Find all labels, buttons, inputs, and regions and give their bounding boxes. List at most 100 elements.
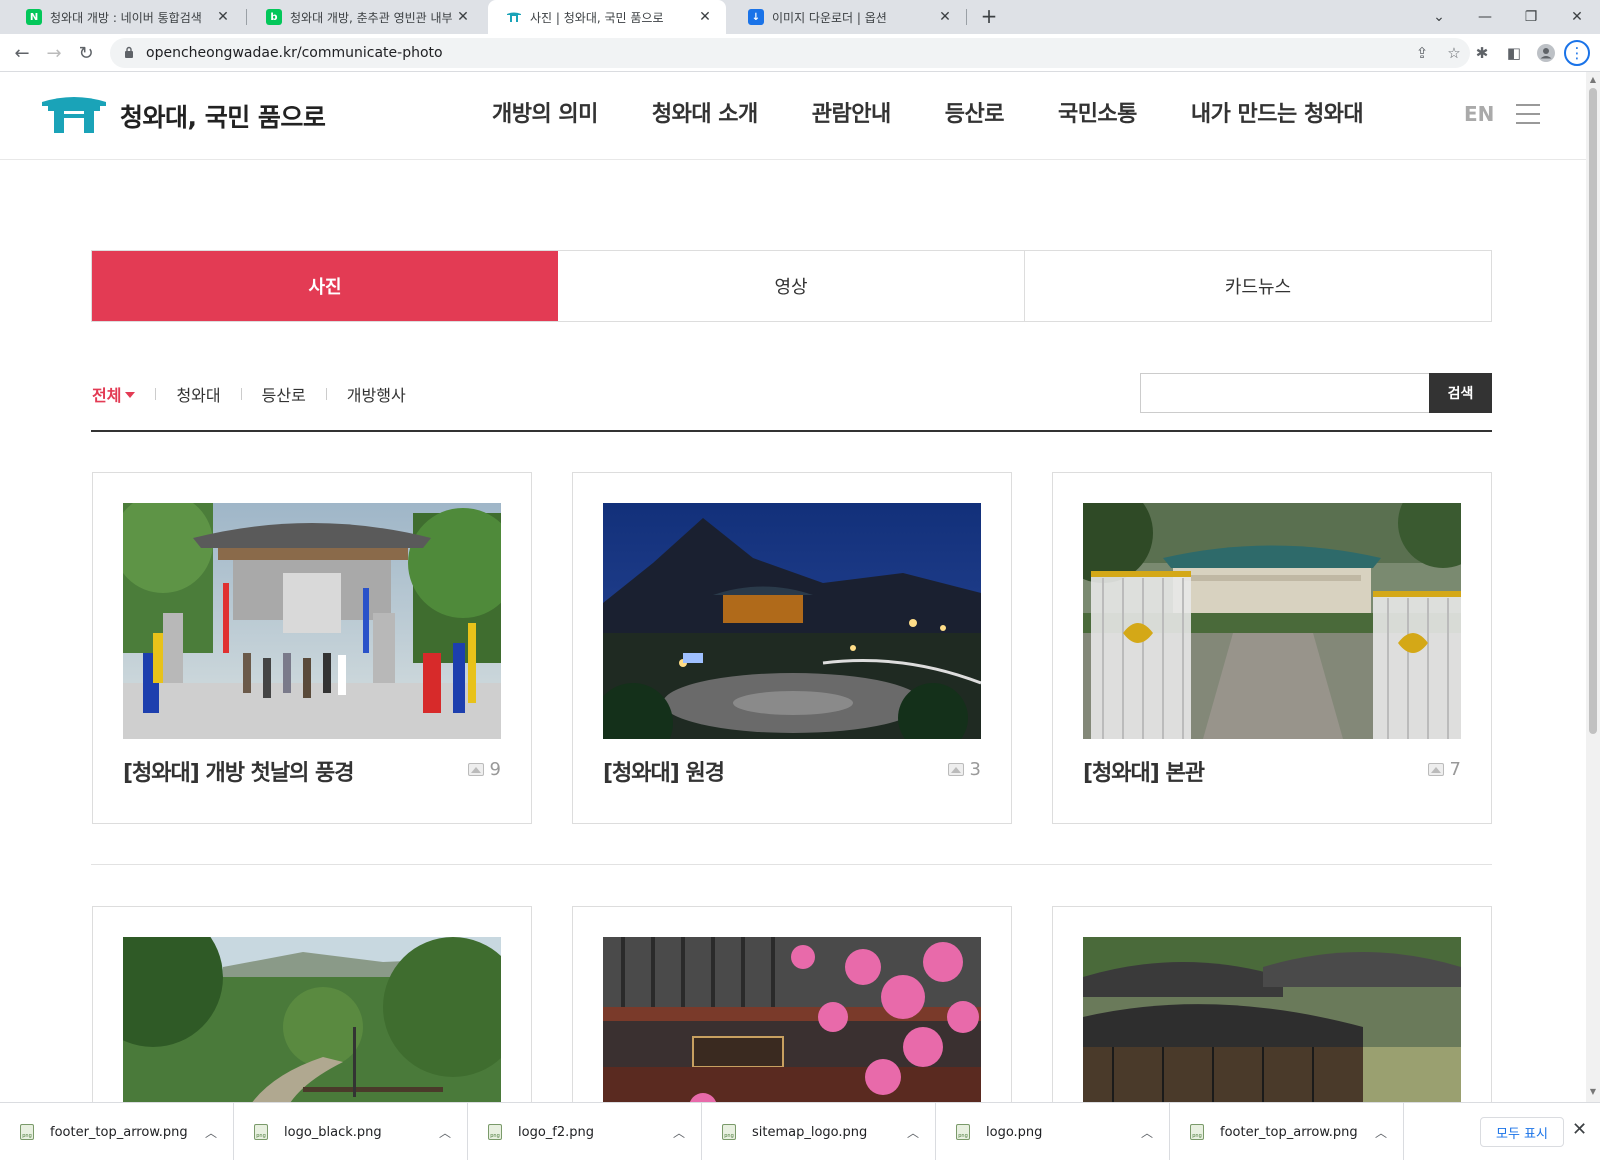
png-file-icon: png — [488, 1124, 502, 1140]
restore-icon[interactable]: ❐ — [1508, 0, 1554, 34]
page-scrollbar[interactable]: ▲ ▼ — [1586, 72, 1600, 1102]
filter-all[interactable]: 전체 — [92, 382, 136, 406]
close-icon[interactable]: ✕ — [936, 9, 954, 25]
card-title: [청와대] 개방 첫날의 풍경 — [123, 761, 354, 786]
nav-item-trail[interactable]: 등산로 — [945, 96, 1005, 128]
row-divider — [91, 864, 1492, 865]
tab-title: 사진 | 청와대, 국민 품으로 — [530, 10, 664, 25]
nav-item-communicate[interactable]: 국민소통 — [1058, 96, 1137, 128]
side-panel-icon[interactable]: ◧ — [1500, 39, 1528, 67]
profile-avatar-icon[interactable] — [1532, 39, 1560, 67]
scroll-thumb[interactable] — [1589, 88, 1597, 734]
tab-title: 이미지 다운로더 | 옵션 — [772, 10, 887, 25]
tab-title: 청와대 개방, 춘추관 영빈관 내부 — [290, 10, 453, 25]
download-filename: footer_top_arrow.png — [50, 1124, 188, 1140]
extensions-puzzle-icon[interactable]: ✱ — [1468, 39, 1496, 67]
tab-card-news[interactable]: 카드뉴스 — [1025, 251, 1491, 321]
caret-down-icon — [125, 392, 136, 398]
close-icon[interactable]: ✕ — [454, 9, 472, 25]
download-item[interactable]: png logo_f2.png ︿ — [468, 1103, 702, 1160]
gate-favicon-icon — [506, 9, 522, 25]
new-tab-button[interactable]: + — [976, 4, 1002, 30]
download-filename: logo.png — [986, 1124, 1043, 1140]
photo-card[interactable]: [청와대] 본관 7 — [1052, 472, 1492, 824]
naver-favicon-icon: N — [26, 9, 42, 25]
download-shelf: png footer_top_arrow.png ︿ png logo_blac… — [0, 1102, 1600, 1160]
chevron-up-icon[interactable]: ︿ — [1375, 1124, 1387, 1141]
scroll-up-arrow-icon[interactable]: ▲ — [1589, 76, 1597, 84]
download-filename: logo_f2.png — [518, 1124, 594, 1140]
photo-thumbnail-trail — [123, 937, 501, 1117]
photo-count: 7 — [1427, 759, 1461, 780]
browser-menu-icon[interactable]: ⋮ — [1564, 40, 1590, 66]
photo-card[interactable] — [1052, 906, 1492, 1117]
photo-card[interactable]: [청와대] 개방 첫날의 풍경 9 — [92, 472, 532, 824]
search-button[interactable]: 검색 — [1429, 373, 1492, 413]
language-toggle[interactable]: EN — [1464, 102, 1494, 126]
tab-photo[interactable]: 사진 — [92, 251, 558, 321]
image-icon — [947, 763, 964, 776]
nav-item-participate[interactable]: 내가 만드는 청와대 — [1191, 96, 1364, 128]
chevron-up-icon[interactable]: ︿ — [439, 1124, 451, 1141]
chevron-up-icon[interactable]: ︿ — [907, 1124, 919, 1141]
filter-cheongwadae[interactable]: 청와대 — [176, 382, 220, 406]
image-icon — [1427, 763, 1444, 776]
back-arrow-icon[interactable]: ← — [8, 39, 36, 67]
close-download-shelf-icon[interactable]: ✕ — [1572, 1119, 1587, 1140]
site-header: 청와대, 국민 품으로 개방의 의미 청와대 소개 관람안내 등산로 국민소통 … — [0, 72, 1586, 160]
browser-tab-naver[interactable]: N 청와대 개방 : 네이버 통합검색 ✕ — [8, 0, 244, 34]
scroll-down-arrow-icon[interactable]: ▼ — [1589, 1088, 1597, 1096]
png-file-icon: png — [722, 1124, 736, 1140]
download-item[interactable]: png footer_top_arrow.png ︿ — [0, 1103, 234, 1160]
close-icon[interactable]: ✕ — [214, 9, 232, 25]
download-filename: logo_black.png — [284, 1124, 382, 1140]
forward-arrow-icon[interactable]: → — [40, 39, 68, 67]
nav-item-about[interactable]: 청와대 소개 — [652, 96, 758, 128]
logo-text: 청와대, 국민 품으로 — [120, 103, 326, 132]
bookmark-star-icon[interactable]: ☆ — [1440, 38, 1468, 68]
close-icon[interactable]: ✕ — [696, 9, 714, 25]
site-logo[interactable]: 청와대, 국민 품으로 — [40, 94, 326, 138]
tab-divider — [966, 9, 967, 25]
download-item[interactable]: png logo.png ︿ — [936, 1103, 1170, 1160]
hamburger-menu-icon[interactable] — [1516, 104, 1540, 124]
photo-card[interactable]: [청와대] 원경 3 — [572, 472, 1012, 824]
category-tabs: 사진 영상 카드뉴스 — [91, 250, 1492, 322]
show-all-downloads-button[interactable]: 모두 표시 — [1480, 1117, 1564, 1147]
filter-trail[interactable]: 등산로 — [262, 382, 306, 406]
window-close-icon[interactable]: ✕ — [1554, 0, 1600, 34]
chevron-up-icon[interactable]: ︿ — [205, 1124, 217, 1141]
download-filename: sitemap_logo.png — [752, 1124, 868, 1140]
download-item[interactable]: png sitemap_logo.png ︿ — [702, 1103, 936, 1160]
browser-tab-downloader[interactable]: ↓ 이미지 다운로더 | 옵션 ✕ — [730, 0, 966, 34]
search-input[interactable] — [1140, 373, 1429, 413]
download-item[interactable]: png logo_black.png ︿ — [234, 1103, 468, 1160]
browser-tab-strip: N 청와대 개방 : 네이버 통합검색 ✕ b 청와대 개방, 춘추관 영빈관 … — [0, 0, 1600, 34]
photo-card[interactable] — [572, 906, 1012, 1117]
image-icon — [467, 763, 484, 776]
share-icon[interactable]: ⇪ — [1408, 38, 1436, 68]
nav-item-visit[interactable]: 관람안내 — [812, 96, 891, 128]
filter-bar: 전체 청와대 등산로 개방행사 — [92, 382, 406, 406]
photo-thumbnail-main-building — [1083, 503, 1461, 739]
filter-divider — [240, 388, 242, 400]
png-file-icon: png — [20, 1124, 34, 1140]
tab-title: 청와대 개방 : 네이버 통합검색 — [50, 10, 202, 25]
browser-tab-blog[interactable]: b 청와대 개방, 춘추관 영빈관 내부 ✕ — [248, 0, 484, 34]
minimize-icon[interactable]: — — [1462, 0, 1508, 34]
chevron-up-icon[interactable]: ︿ — [1141, 1124, 1153, 1141]
photo-count: 9 — [467, 759, 501, 780]
tab-search-chevron-icon[interactable]: ⌄ — [1416, 0, 1462, 34]
filter-events[interactable]: 개방행사 — [347, 382, 406, 406]
download-item[interactable]: png footer_top_arrow.png ︿ — [1170, 1103, 1404, 1160]
photo-card[interactable] — [92, 906, 532, 1117]
png-file-icon: png — [956, 1124, 970, 1140]
chevron-up-icon[interactable]: ︿ — [673, 1124, 685, 1141]
nav-item-meaning[interactable]: 개방의 의미 — [492, 96, 598, 128]
browser-tab-photo[interactable]: 사진 | 청와대, 국민 품으로 ✕ — [488, 0, 726, 34]
address-bar[interactable]: opencheongwadae.kr/communicate-photo ⇪ ☆ — [110, 38, 1470, 68]
tab-video[interactable]: 영상 — [558, 251, 1025, 321]
photo-thumbnail-chunchugwan — [603, 937, 981, 1117]
reload-icon[interactable]: ↻ — [72, 39, 100, 67]
list-divider — [91, 430, 1492, 432]
